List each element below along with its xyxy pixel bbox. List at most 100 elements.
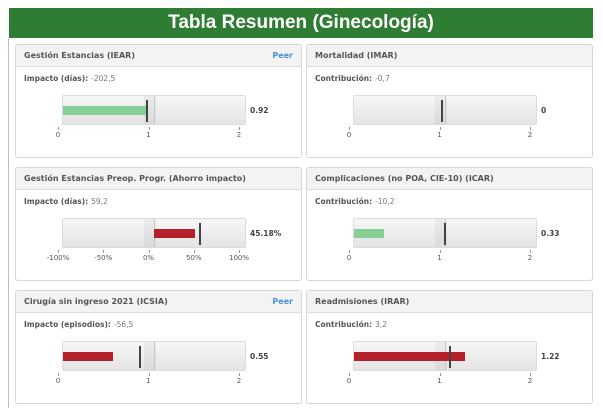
card-body: Contribución: -0,7 0 0 1 2: [307, 67, 592, 157]
reference-line: [445, 96, 446, 124]
metric-value: -56,5: [113, 320, 134, 329]
bullet-gauge: [353, 95, 537, 125]
target-marker: [444, 223, 446, 245]
metric-line: Impacto (episodios): -56,5: [24, 320, 133, 329]
axis-tick: [239, 250, 240, 253]
metric-label: Contribución:: [315, 320, 373, 329]
axis-tick: [530, 373, 531, 376]
card-title: Mortalidad (IMAR): [315, 51, 398, 60]
axis-tick: [439, 127, 441, 130]
left-divider: [8, 38, 9, 408]
value-bar: [63, 352, 114, 361]
axis-tick: [349, 127, 350, 130]
reference-line: [154, 342, 155, 370]
card-header: Gestión Estancias Preop. Progr. (Ahorro …: [16, 168, 301, 190]
axis-tick-label: 0: [55, 131, 61, 139]
reference-line: [154, 96, 155, 124]
card-header: Complicaciones (no POA, CIE-10) (ICAR): [307, 168, 592, 190]
axis-tick-label: 0: [346, 377, 352, 385]
metric-label: Impacto (días):: [24, 74, 89, 83]
metric-value: -10,2: [375, 197, 395, 206]
axis-tick: [530, 250, 531, 253]
metric-value: 3,2: [375, 320, 388, 329]
bullet-gauge: [353, 341, 537, 371]
metric-label: Contribución:: [315, 74, 373, 83]
metric-line: Contribución: -0,7: [315, 74, 390, 83]
axis-tick-label: 1: [146, 131, 151, 139]
metric-line: Contribución: -10,2: [315, 197, 394, 206]
card-title: Gestión Estancias Preop. Progr. (Ahorro …: [24, 174, 246, 183]
axis-tick: [239, 127, 240, 130]
axis-tick-label: -50%: [94, 254, 113, 262]
axis-tick: [349, 250, 350, 253]
axis-tick: [349, 373, 350, 376]
card-header: Mortalidad (IMAR): [307, 45, 592, 67]
peer-link[interactable]: Peer: [272, 51, 293, 60]
kpi-card: Gestión Estancias (IEAR) Peer Impacto (día…: [15, 44, 302, 158]
axis-tick-label: 0: [55, 377, 61, 385]
metric-label: Impacto (días):: [24, 197, 89, 206]
value-bar: [63, 106, 147, 115]
axis-tick-label: -100%: [46, 254, 70, 262]
kpi-card: Cirugía sin ingreso 2021 (ICSIA) Peer Impa…: [15, 290, 302, 404]
metric-line: Contribución: 3,2: [315, 320, 387, 329]
card-header: Readmisiones (IRAR): [307, 291, 592, 313]
axis-tick-label: 50%: [185, 254, 202, 262]
axis-tick: [439, 250, 441, 253]
peer-link[interactable]: Peer: [272, 297, 293, 306]
metric-value: -202,5: [91, 74, 116, 83]
value-label: 45.18%: [250, 229, 282, 238]
axis-tick-label: 2: [527, 377, 533, 385]
axis-tick: [439, 373, 441, 376]
card-title: Complicaciones (no POA, CIE-10) (ICAR): [315, 174, 494, 183]
axis-tick: [58, 127, 59, 130]
axis-tick-label: 2: [236, 131, 242, 139]
axis-tick: [58, 373, 59, 376]
card-body: Impacto (días): 59,2 45.18% -100% -50% 0% 50% 1…: [16, 190, 301, 280]
target-marker: [198, 223, 201, 245]
page-title: Tabla Resumen (Ginecología): [9, 8, 593, 38]
value-label: 0: [541, 106, 547, 115]
axis-tick-label: 0: [346, 131, 352, 139]
metric-label: Impacto (episodios):: [24, 320, 111, 329]
axis-tick-label: 1: [437, 254, 442, 262]
axis-tick: [148, 127, 150, 130]
axis-tick-label: 2: [527, 254, 533, 262]
metric-value: -0,7: [375, 74, 390, 83]
metric-label: Contribución:: [315, 197, 373, 206]
metric-value: 59,2: [91, 197, 108, 206]
axis-tick: [530, 127, 531, 130]
axis-tick-label: 1: [437, 131, 442, 139]
axis-tick: [193, 250, 195, 253]
target-marker: [145, 100, 148, 122]
value-bar: [354, 229, 385, 238]
metric-line: Impacto (días): -202,5: [24, 74, 115, 83]
axis-tick: [148, 250, 150, 253]
value-label: 0.55: [250, 352, 269, 361]
bullet-gauge: [353, 218, 537, 248]
axis-tick-label: 100%: [228, 254, 250, 262]
value-label: 0.92: [250, 106, 269, 115]
metric-line: Impacto (días): 59,2: [24, 197, 108, 206]
card-body: Contribución: -10,2 0.33 0 1 2: [307, 190, 592, 280]
bullet-gauge: [62, 95, 246, 125]
card-title: Gestión Estancias (IEAR): [24, 51, 135, 60]
card-body: Contribución: 3,2 1.22 0 1 2: [307, 313, 592, 403]
card-title: Cirugía sin ingreso 2021 (ICSIA): [24, 297, 168, 306]
value-label: 0.33: [541, 229, 560, 238]
axis-tick-label: 0: [346, 254, 352, 262]
axis-tick-label: 1: [437, 377, 442, 385]
card-header: Gestión Estancias (IEAR) Peer: [16, 45, 301, 67]
axis-tick: [58, 250, 59, 253]
kpi-card: Complicaciones (no POA, CIE-10) (ICAR) Co…: [306, 167, 593, 281]
kpi-card: Readmisiones (IRAR) Contribución: 3,2 1.22 0…: [306, 290, 593, 404]
card-body: Impacto (días): -202,5 0.92 0 1 2: [16, 67, 301, 157]
kpi-card: Mortalidad (IMAR) Contribución: -0,7 0 0 1 2: [306, 44, 593, 158]
axis-tick: [239, 373, 240, 376]
target-marker: [441, 100, 444, 122]
bullet-gauge: [62, 341, 246, 371]
axis-tick: [148, 373, 150, 376]
axis-tick-label: 0%: [142, 254, 155, 262]
axis-tick-label: 1: [146, 377, 151, 385]
axis-tick-label: 2: [236, 377, 242, 385]
